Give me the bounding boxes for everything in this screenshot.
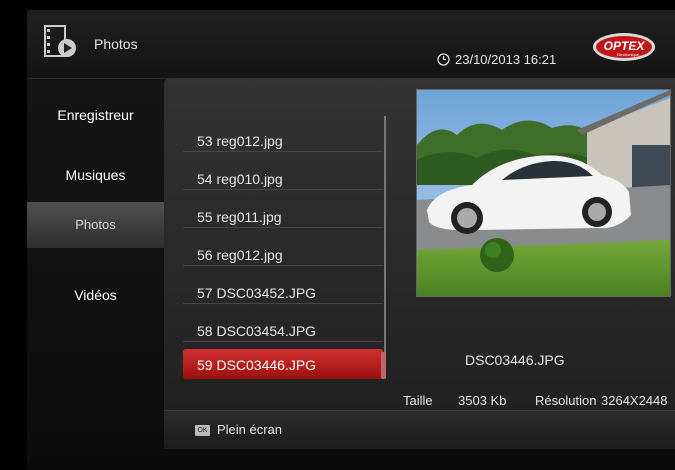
film-play-icon (44, 25, 76, 57)
car-photo-image (417, 90, 670, 296)
photo-preview (416, 89, 671, 297)
list-item[interactable]: 57 DSC03452.JPG (183, 266, 383, 304)
ok-key-icon: OK (195, 425, 210, 436)
preview-filename: DSC03446.JPG (465, 352, 565, 368)
list-item[interactable]: 54 reg010.jpg (183, 152, 383, 190)
sidebar-item-photos[interactable]: Photos (27, 202, 164, 248)
list-item[interactable]: 58 DSC03454.JPG (183, 304, 383, 342)
clock-icon (437, 53, 450, 66)
resolution-label: Résolution (535, 393, 597, 408)
resolution-value: 3264X2448 (601, 393, 668, 408)
sidebar-item-videos[interactable]: Vidéos (27, 287, 164, 303)
sidebar-item-enregistreur[interactable]: Enregistreur (27, 107, 164, 123)
scrollbar-track[interactable] (384, 116, 386, 378)
size-label: Taille (403, 393, 433, 408)
svg-text:Electronique: Electronique (617, 52, 640, 57)
bottom-edge (27, 458, 675, 470)
scrollbar-thumb[interactable] (381, 352, 386, 379)
page-title: Photos (94, 36, 138, 52)
datetime: 23/10/2013 16:21 (455, 52, 557, 67)
sidebar-item-musiques[interactable]: Musiques (27, 167, 164, 183)
list-item[interactable]: 56 reg012.jpg (183, 228, 383, 266)
fullscreen-action[interactable]: Plein écran (217, 422, 282, 437)
optex-logo: OPTEX Electronique (593, 33, 655, 61)
list-item[interactable]: 55 reg011.jpg (183, 190, 383, 228)
list-item-selected[interactable]: 59 DSC03446.JPG (183, 349, 383, 379)
svg-text:OPTEX: OPTEX (604, 39, 646, 53)
sidebar-item-label: Photos (75, 217, 116, 232)
list-item[interactable]: 53 reg012.jpg (183, 114, 383, 152)
header-bar: Photos 23/10/2013 16:21 OPTEX Electroniq… (27, 10, 675, 79)
size-value: 3503 Kb (458, 393, 507, 408)
